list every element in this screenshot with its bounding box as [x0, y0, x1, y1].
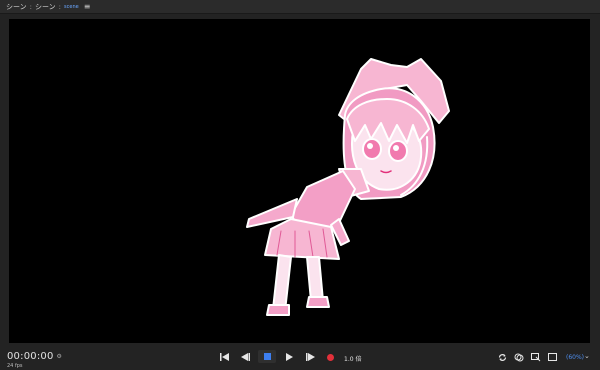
timecode-display[interactable]: 00:00:00 ⚙ [7, 351, 62, 362]
zoom-level[interactable]: (60%) [566, 354, 584, 361]
breadcrumb-scene-2[interactable]: シーン [35, 2, 56, 12]
stop-icon[interactable] [258, 350, 276, 363]
record-icon[interactable] [324, 351, 336, 363]
playback-speed[interactable]: 1.0 倍 [344, 354, 361, 363]
breadcrumb-separator: : [58, 2, 62, 11]
skip-to-start-icon[interactable] [218, 351, 230, 363]
timecode-value: 00:00:00 [7, 351, 54, 362]
viewer-titlebar: シーン : シーン : scene ≡ [0, 0, 600, 14]
character-drawing [246, 58, 450, 316]
fps-label: 24 fps [7, 363, 23, 369]
chevron-down-icon[interactable]: ⌄ [584, 352, 590, 360]
step-forward-icon[interactable] [304, 351, 316, 363]
timecode-settings-icon[interactable]: ⚙ [57, 353, 63, 360]
loop-icon[interactable] [496, 351, 508, 363]
onion-skin-icon[interactable] [513, 351, 525, 363]
breadcrumb-scene-1[interactable]: シーン [6, 2, 27, 12]
breadcrumb-separator: : [29, 2, 33, 11]
hamburger-icon[interactable]: ≡ [84, 2, 91, 11]
viewer-control-bar: 00:00:00 ⚙ 24 fps 1.0 倍 (60%) ⌄ [0, 343, 600, 370]
play-icon[interactable] [283, 351, 295, 363]
canvas-viewport[interactable] [9, 19, 590, 343]
breadcrumb-active-scene[interactable]: scene [64, 4, 79, 10]
frame-icon[interactable] [546, 351, 558, 363]
step-back-icon[interactable] [239, 351, 251, 363]
overlay-icon[interactable] [530, 351, 542, 363]
